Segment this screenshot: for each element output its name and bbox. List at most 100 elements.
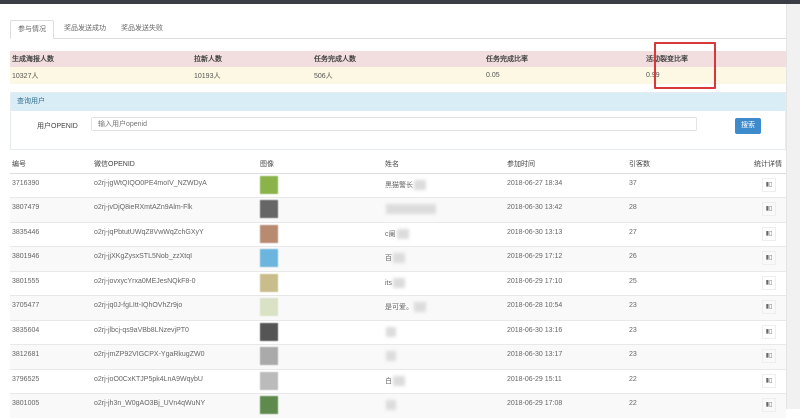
- bar-chart-icon[interactable]: ▮▯: [762, 251, 776, 265]
- table-row: 3796525 o2rj-joO0CxKTJP5pk4LnA9WqybU 白 2…: [10, 369, 786, 394]
- join-time: 2018-06-29 17:12: [505, 247, 627, 272]
- tab-bar: 参与情况 奖品发送成功 奖品发送失败: [10, 17, 786, 39]
- avatar: [260, 274, 278, 292]
- table-row: 3801555 o2rj-jovxycYrxa0MEJesNQkF8-0 its…: [10, 271, 786, 296]
- col-count: 引客数: [627, 156, 747, 173]
- stat-value: 506人: [312, 71, 333, 81]
- col-id: 编号: [10, 156, 92, 173]
- search-button[interactable]: 搜索: [735, 118, 761, 134]
- user-id: 3812681: [10, 345, 92, 370]
- referral-count: 23: [627, 320, 747, 345]
- referral-count: 25: [627, 271, 747, 296]
- search-panel: 查询用户 用户OPENID 搜索: [10, 92, 786, 150]
- user-openid: o2rj-jq0J-fgLItt-IQhOVhZr9jo: [92, 296, 258, 321]
- col-avatar: 图像: [258, 156, 383, 173]
- table-row: 3807479 o2rj-jvDjQ8ieRXmtAZn9Alm-Flk 201…: [10, 198, 786, 223]
- user-id: 3796525: [10, 369, 92, 394]
- user-openid: o2rj-jlbcj-qs9aVBb8LNzevjPT0: [92, 320, 258, 345]
- user-openid: o2rj-jovxycYrxa0MEJesNQkF8-0: [92, 271, 258, 296]
- openid-input[interactable]: [91, 117, 697, 131]
- bar-chart-icon[interactable]: ▮▯: [762, 276, 776, 290]
- table-row: 3705477 o2rj-jq0J-fgLItt-IQhOVhZr9jo 是可爱…: [10, 296, 786, 321]
- referral-count: 37: [627, 173, 747, 198]
- panel-title: 查询用户: [11, 93, 785, 111]
- table-header: 编号 微信OPENID 图像 姓名 参加时间 引客数 统计详情: [10, 156, 786, 173]
- join-time: 2018-06-29 17:10: [505, 271, 627, 296]
- avatar: [260, 225, 278, 243]
- join-time: 2018-06-29 17:08: [505, 394, 627, 418]
- avatar: [260, 176, 278, 194]
- scrollbar[interactable]: [786, 4, 800, 409]
- user-name: 百: [385, 255, 392, 262]
- blurred-name: [414, 180, 426, 190]
- table-row: 3801005 o2rj-jh3n_W0gAO3Bj_UVn4qWuNY 201…: [10, 394, 786, 418]
- blurred-name: [386, 204, 436, 214]
- user-openid: o2rj-jh3n_W0gAO3Bj_UVn4qWuNY: [92, 394, 258, 418]
- user-name: 白: [385, 378, 392, 385]
- join-time: 2018-06-27 18:34: [505, 173, 627, 198]
- blurred-name: [397, 229, 409, 239]
- referral-count: 27: [627, 222, 747, 247]
- referral-count: 26: [627, 247, 747, 272]
- user-openid: o2rj-jqPbtutUWqZ8VwWqZchGXyY: [92, 222, 258, 247]
- join-time: 2018-06-30 13:16: [505, 320, 627, 345]
- table-row: 3835446 o2rj-jqPbtutUWqZ8VwWqZchGXyY c阑 …: [10, 222, 786, 247]
- bar-chart-icon[interactable]: ▮▯: [762, 398, 776, 412]
- avatar: [260, 298, 278, 316]
- bar-chart-icon[interactable]: ▮▯: [762, 374, 776, 388]
- stat-header: 生成海报人数: [10, 54, 54, 64]
- stat-value: 0.05: [484, 72, 500, 79]
- avatar: [260, 200, 278, 218]
- user-name: c阑: [385, 231, 396, 238]
- stat-value: 10327人: [10, 71, 38, 81]
- avatar: [260, 347, 278, 365]
- bar-chart-icon[interactable]: ▮▯: [762, 227, 776, 241]
- bar-chart-icon[interactable]: ▮▯: [762, 178, 776, 192]
- user-id: 3801946: [10, 247, 92, 272]
- blurred-name: [393, 253, 405, 263]
- col-time: 参加时间: [505, 156, 627, 173]
- bar-chart-icon[interactable]: ▮▯: [762, 349, 776, 363]
- blurred-name: [386, 351, 396, 361]
- col-openid: 微信OPENID: [92, 156, 258, 173]
- user-id: 3801555: [10, 271, 92, 296]
- table-row: 3812681 o2rj-jmZP92VIGCPX-YgaRkugZW0 201…: [10, 345, 786, 370]
- join-time: 2018-06-30 13:42: [505, 198, 627, 223]
- avatar: [260, 323, 278, 341]
- col-detail: 统计详情: [747, 156, 786, 173]
- tab-participation[interactable]: 参与情况: [10, 20, 54, 39]
- referral-count: 23: [627, 345, 747, 370]
- blurred-name: [414, 302, 426, 312]
- avatar: [260, 372, 278, 390]
- table-row: 3716390 o2rj-jgWtQIQO0PE4moIV_NZWDyA 黑猫警…: [10, 173, 786, 198]
- user-openid: o2rj-jgWtQIQO0PE4moIV_NZWDyA: [92, 173, 258, 198]
- user-openid: o2rj-jvDjQ8ieRXmtAZn9Alm-Flk: [92, 198, 258, 223]
- bar-chart-icon[interactable]: ▮▯: [762, 325, 776, 339]
- bar-chart-icon[interactable]: ▮▯: [762, 300, 776, 314]
- stat-header: 拉新人数: [192, 54, 222, 64]
- blurred-name: [393, 278, 405, 288]
- blurred-name: [386, 327, 396, 337]
- user-id: 3807479: [10, 198, 92, 223]
- user-name: 黑猫警长: [385, 182, 413, 189]
- users-table: 编号 微信OPENID 图像 姓名 参加时间 引客数 统计详情 3716390 …: [10, 156, 786, 418]
- avatar: [260, 396, 278, 414]
- tab-prize-failed[interactable]: 奖品发送失败: [114, 20, 170, 39]
- bar-chart-icon[interactable]: ▮▯: [762, 202, 776, 216]
- user-name: its: [385, 279, 392, 286]
- user-name: 是可爱。: [385, 304, 413, 311]
- user-id: 3835604: [10, 320, 92, 345]
- referral-count: 23: [627, 296, 747, 321]
- user-id: 3716390: [10, 173, 92, 198]
- referral-count: 22: [627, 394, 747, 418]
- openid-label: 用户OPENID: [37, 121, 78, 131]
- user-id: 3801005: [10, 394, 92, 418]
- join-time: 2018-06-30 13:17: [505, 345, 627, 370]
- main-content: 参与情况 奖品发送成功 奖品发送失败 生成海报人数 拉新人数 任务完成人数 任务…: [8, 4, 784, 409]
- tab-prize-success[interactable]: 奖品发送成功: [57, 20, 113, 39]
- user-id: 3835446: [10, 222, 92, 247]
- join-time: 2018-06-29 15:11: [505, 369, 627, 394]
- user-openid: o2rj-jmZP92VIGCPX-YgaRkugZW0: [92, 345, 258, 370]
- join-time: 2018-06-28 10:54: [505, 296, 627, 321]
- stat-header: 任务完成比率: [484, 54, 528, 64]
